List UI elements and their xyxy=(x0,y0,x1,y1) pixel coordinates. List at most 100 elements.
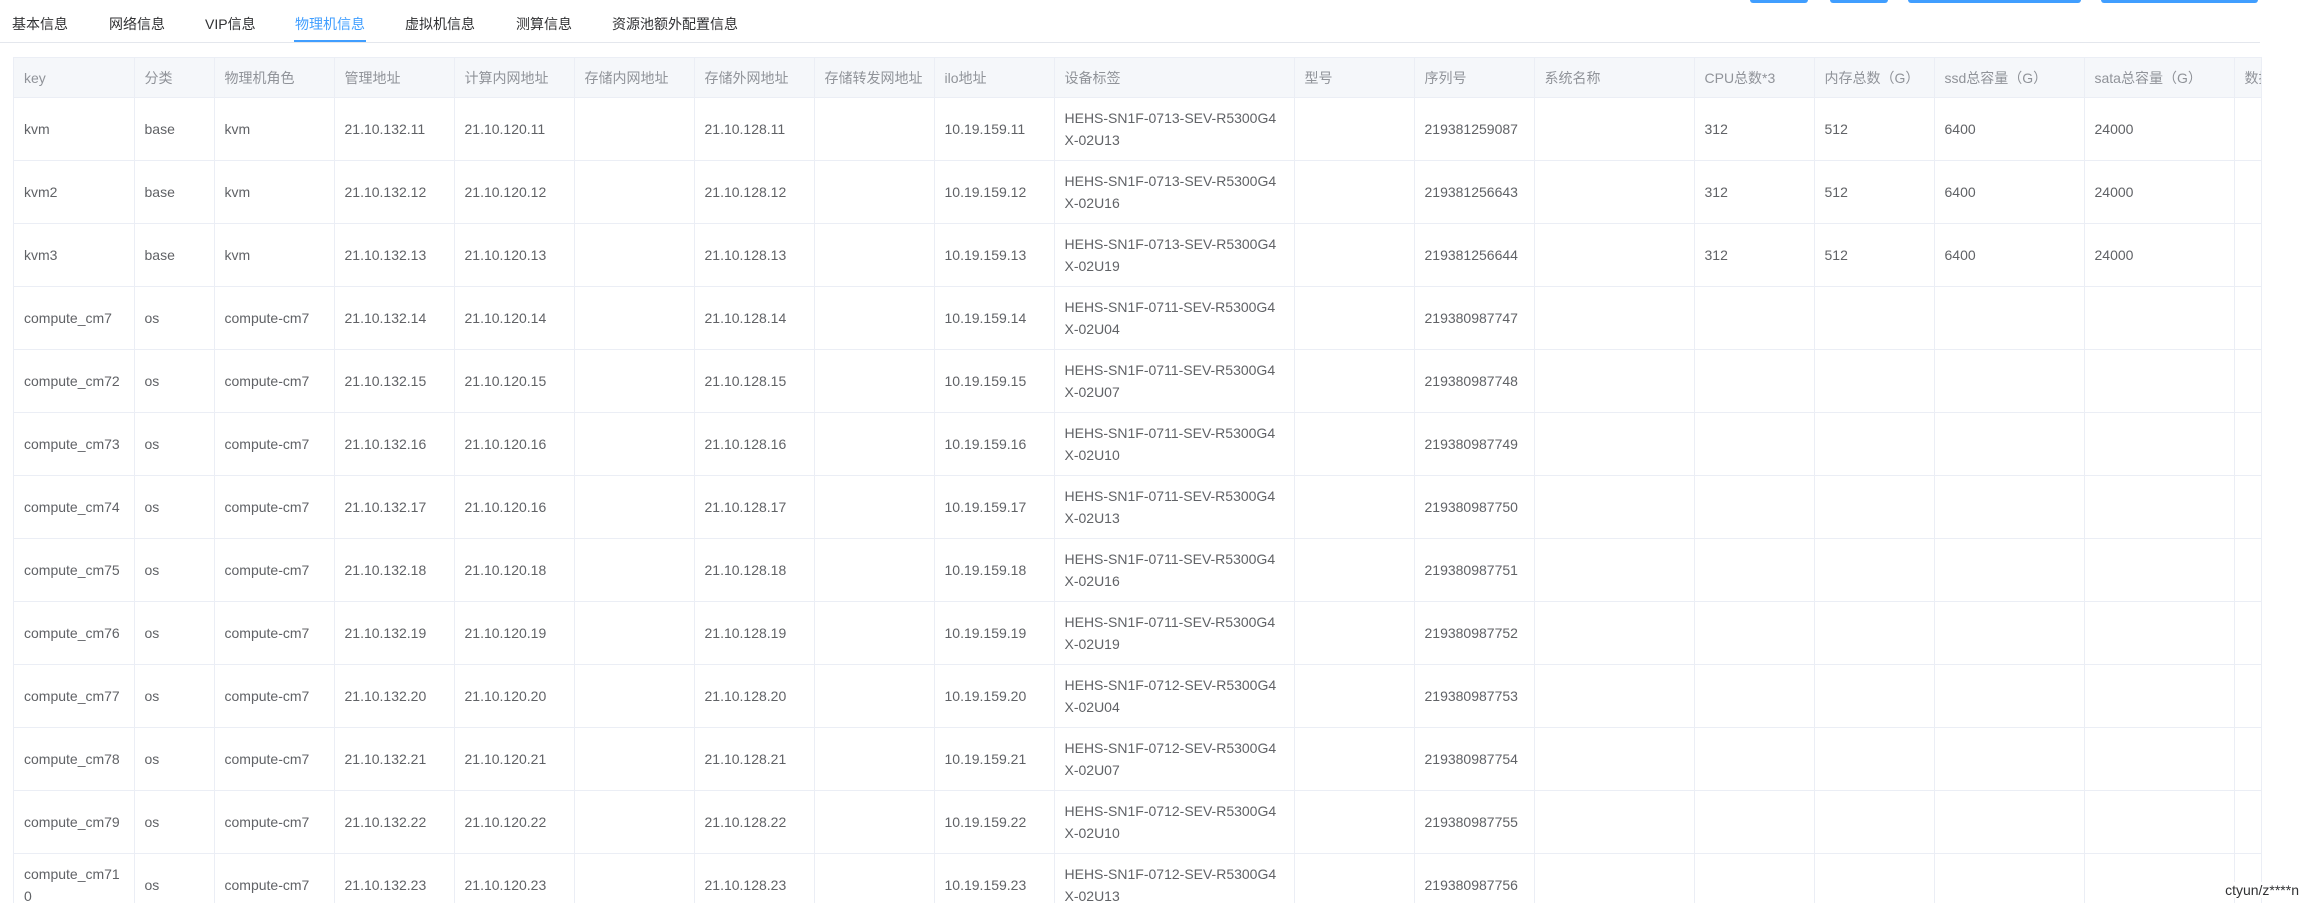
table-cell: 24000 xyxy=(2084,224,2234,287)
table-cell xyxy=(1814,728,1934,791)
table-cell xyxy=(1814,602,1934,665)
table-cell xyxy=(1694,854,1814,903)
column-header[interactable]: 存储转发网地址 xyxy=(814,58,934,98)
table-cell: compute_cm73 xyxy=(14,413,134,476)
column-header[interactable]: 计算内网地址 xyxy=(454,58,574,98)
table-cell: 21.10.120.18 xyxy=(454,539,574,602)
table-cell: 21.10.120.12 xyxy=(454,161,574,224)
column-header[interactable]: 型号 xyxy=(1294,58,1414,98)
table-row[interactable]: compute_cm72oscompute-cm721.10.132.1521.… xyxy=(14,350,2262,413)
table-cell: HEHS-SN1F-0713-SEV-R5300G4X-02U19 xyxy=(1054,224,1294,287)
table-cell: 21.10.128.16 xyxy=(694,413,814,476)
table-cell xyxy=(1294,350,1414,413)
table-row[interactable]: kvm2basekvm21.10.132.1221.10.120.1221.10… xyxy=(14,161,2262,224)
table-cell: os xyxy=(134,287,214,350)
column-header[interactable]: ssd总容量（G） xyxy=(1934,58,2084,98)
tab-estimate-info[interactable]: 测算信息 xyxy=(516,14,572,34)
table-row[interactable]: compute_cm78oscompute-cm721.10.132.2121.… xyxy=(14,728,2262,791)
table-cell xyxy=(2084,476,2234,539)
table-cell: 21.10.128.13 xyxy=(694,224,814,287)
tab-vip-info[interactable]: VIP信息 xyxy=(205,14,256,34)
table-cell: 21.10.132.13 xyxy=(334,224,454,287)
table-cell: 21.10.128.17 xyxy=(694,476,814,539)
table-cell xyxy=(1934,791,2084,854)
column-header[interactable]: sata总容量（G） xyxy=(2084,58,2234,98)
table-cell xyxy=(1294,476,1414,539)
table-cell: compute-cm7 xyxy=(214,602,334,665)
table-cell: compute-cm7 xyxy=(214,728,334,791)
table-row[interactable]: compute_cm7oscompute-cm721.10.132.1421.1… xyxy=(14,287,2262,350)
table-row[interactable]: compute_cm74oscompute-cm721.10.132.1721.… xyxy=(14,476,2262,539)
table-cell xyxy=(814,98,934,161)
table-cell: 21.10.132.17 xyxy=(334,476,454,539)
column-header[interactable]: 管理地址 xyxy=(334,58,454,98)
table-cell: 21.10.128.15 xyxy=(694,350,814,413)
column-header[interactable]: 分类 xyxy=(134,58,214,98)
column-header[interactable]: 存储内网地址 xyxy=(574,58,694,98)
table-cell: os xyxy=(134,791,214,854)
table-row[interactable]: compute_cm79oscompute-cm721.10.132.2221.… xyxy=(14,791,2262,854)
column-header[interactable]: key xyxy=(14,58,134,98)
table-row[interactable]: compute_cm73oscompute-cm721.10.132.1621.… xyxy=(14,413,2262,476)
table-cell: kvm2 xyxy=(14,161,134,224)
table-cell xyxy=(1694,539,1814,602)
table-cell xyxy=(574,161,694,224)
table-row[interactable]: compute_cm77oscompute-cm721.10.132.2021.… xyxy=(14,665,2262,728)
table-cell xyxy=(574,476,694,539)
top-action-button-1[interactable] xyxy=(1750,0,1808,3)
table-cell xyxy=(1534,602,1694,665)
table-cell: kvm xyxy=(214,161,334,224)
column-header[interactable]: 序列号 xyxy=(1414,58,1534,98)
column-header[interactable]: CPU总数*3 xyxy=(1694,58,1814,98)
table-cell xyxy=(1934,602,2084,665)
table-cell: HEHS-SN1F-0713-SEV-R5300G4X-02U13 xyxy=(1054,98,1294,161)
column-header[interactable]: 物理机角色 xyxy=(214,58,334,98)
top-action-button-3[interactable] xyxy=(1908,0,2081,3)
table-cell: 10.19.159.14 xyxy=(934,287,1054,350)
column-header[interactable]: 设备标签 xyxy=(1054,58,1294,98)
table-cell: HEHS-SN1F-0712-SEV-R5300G4X-02U04 xyxy=(1054,665,1294,728)
tab-vm-info[interactable]: 虚拟机信息 xyxy=(405,14,475,34)
table-cell: os xyxy=(134,539,214,602)
top-action-button-4[interactable] xyxy=(2101,0,2258,3)
table-cell: 10.19.159.15 xyxy=(934,350,1054,413)
table-cell: compute_cm72 xyxy=(14,350,134,413)
table-cell: base xyxy=(134,98,214,161)
table-cell xyxy=(2084,350,2234,413)
table-cell xyxy=(814,161,934,224)
table-row[interactable]: compute_cm75oscompute-cm721.10.132.1821.… xyxy=(14,539,2262,602)
tab-basic-info[interactable]: 基本信息 xyxy=(12,14,68,34)
top-action-button-2[interactable] xyxy=(1830,0,1888,3)
column-header[interactable]: ilo地址 xyxy=(934,58,1054,98)
tab-network-info[interactable]: 网络信息 xyxy=(109,14,165,34)
table-cell xyxy=(2234,602,2262,665)
table-cell: os xyxy=(134,476,214,539)
table-cell: compute_cm76 xyxy=(14,602,134,665)
table-cell xyxy=(1294,98,1414,161)
column-header[interactable]: 数据盘 xyxy=(2234,58,2262,98)
table-row[interactable]: kvm3basekvm21.10.132.1321.10.120.1321.10… xyxy=(14,224,2262,287)
table-cell xyxy=(1294,665,1414,728)
table-cell xyxy=(2234,413,2262,476)
table-cell: 6400 xyxy=(1934,98,2084,161)
table-row[interactable]: kvmbasekvm21.10.132.1121.10.120.1121.10.… xyxy=(14,98,2262,161)
table-cell xyxy=(2084,539,2234,602)
column-header[interactable]: 内存总数（G） xyxy=(1814,58,1934,98)
column-header[interactable]: 存储外网地址 xyxy=(694,58,814,98)
table-row[interactable]: compute_cm76oscompute-cm721.10.132.1921.… xyxy=(14,602,2262,665)
table-row[interactable]: compute_cm710oscompute-cm721.10.132.2321… xyxy=(14,854,2262,903)
table-cell: HEHS-SN1F-0713-SEV-R5300G4X-02U16 xyxy=(1054,161,1294,224)
table-cell: compute-cm7 xyxy=(214,413,334,476)
table-cell: 21.10.132.18 xyxy=(334,539,454,602)
table-cell: compute-cm7 xyxy=(214,476,334,539)
table-cell: compute-cm7 xyxy=(214,287,334,350)
table-cell xyxy=(2234,224,2262,287)
tab-pool-extra-config[interactable]: 资源池额外配置信息 xyxy=(612,14,738,34)
table-cell xyxy=(2234,161,2262,224)
table-cell: 21.10.120.22 xyxy=(454,791,574,854)
column-header[interactable]: 系统名称 xyxy=(1534,58,1694,98)
table-cell: 21.10.120.16 xyxy=(454,413,574,476)
tab-physical-machine-info[interactable]: 物理机信息 xyxy=(295,14,365,34)
table-cell xyxy=(574,791,694,854)
table-cell: 21.10.132.16 xyxy=(334,413,454,476)
